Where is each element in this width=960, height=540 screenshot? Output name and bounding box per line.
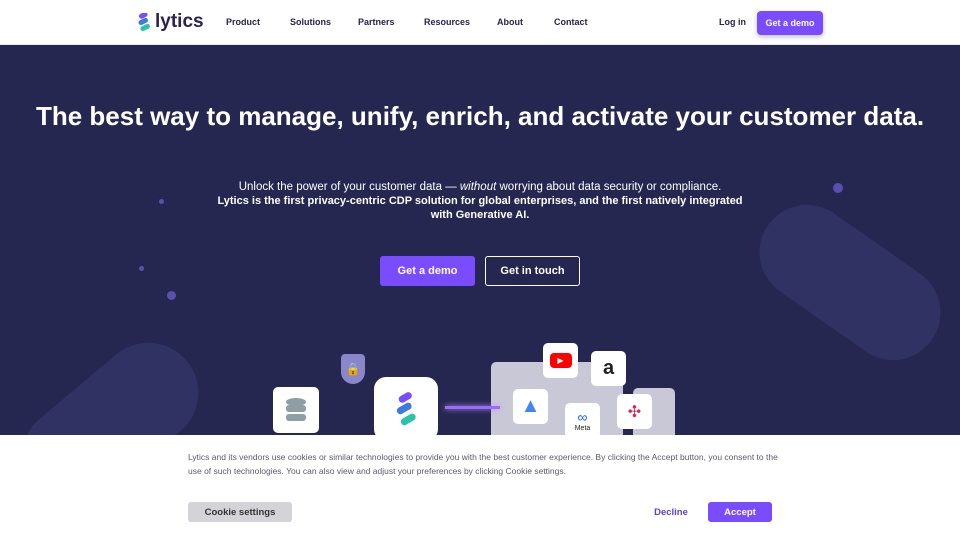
dot bbox=[167, 291, 176, 300]
get-demo-button[interactable]: Get a demo bbox=[380, 256, 475, 286]
google-ads-icon: ▲ bbox=[513, 389, 548, 424]
youtube-icon: ▶ bbox=[543, 343, 578, 378]
nav-get-demo-button[interactable]: Get a demo bbox=[757, 11, 823, 35]
login-link[interactable]: Log in bbox=[719, 17, 746, 27]
lytics-logo-icon bbox=[138, 13, 150, 31]
logo-text: lytics bbox=[155, 11, 204, 32]
slack-icon: ✣ bbox=[617, 394, 652, 429]
hero-section: The best way to manage, unify, enrich, a… bbox=[0, 45, 960, 435]
hero-title: The best way to manage, unify, enrich, a… bbox=[35, 101, 925, 131]
nav-partners[interactable]: Partners bbox=[358, 17, 395, 27]
sub-bold-text: Lytics is the first privacy-centric CDP … bbox=[217, 195, 743, 221]
hero-subtitle: Unlock the power of your customer data —… bbox=[210, 180, 750, 222]
nav-product[interactable]: Product bbox=[226, 17, 260, 27]
dot bbox=[139, 266, 144, 271]
nav-resources[interactable]: Resources bbox=[424, 17, 470, 27]
sub-text: worrying about data security or complian… bbox=[496, 181, 722, 193]
dot bbox=[833, 183, 843, 193]
decline-button[interactable]: Decline bbox=[640, 502, 702, 522]
sub-emphasis: without bbox=[459, 181, 497, 193]
lytics-hub-icon bbox=[374, 377, 438, 435]
top-nav: lytics Product Solutions Partners Resour… bbox=[0, 0, 960, 45]
meta-label: Meta bbox=[574, 425, 591, 432]
cookie-settings-button[interactable]: Cookie settings bbox=[188, 502, 292, 522]
dot bbox=[159, 199, 164, 204]
bg-blob bbox=[740, 186, 960, 379]
accept-button[interactable]: Accept bbox=[708, 502, 772, 522]
cookie-text: Lytics and its vendors use cookies or si… bbox=[188, 452, 778, 476]
amazon-icon: a bbox=[591, 351, 626, 386]
connector-beam bbox=[445, 406, 500, 409]
lytics-logo[interactable]: lytics bbox=[137, 11, 204, 33]
cookie-banner: Lytics and its vendors use cookies or si… bbox=[0, 435, 960, 540]
sub-text: Unlock the power of your customer data — bbox=[238, 181, 460, 193]
database-icon bbox=[273, 387, 319, 433]
meta-icon: ∞ Meta bbox=[565, 403, 600, 435]
nav-contact[interactable]: Contact bbox=[554, 17, 588, 27]
lock-shield-icon: 🔒 bbox=[341, 354, 365, 384]
nav-about[interactable]: About bbox=[497, 17, 523, 27]
bg-blob bbox=[1, 322, 219, 435]
nav-solutions[interactable]: Solutions bbox=[290, 17, 331, 27]
get-in-touch-button[interactable]: Get in touch bbox=[485, 256, 580, 286]
